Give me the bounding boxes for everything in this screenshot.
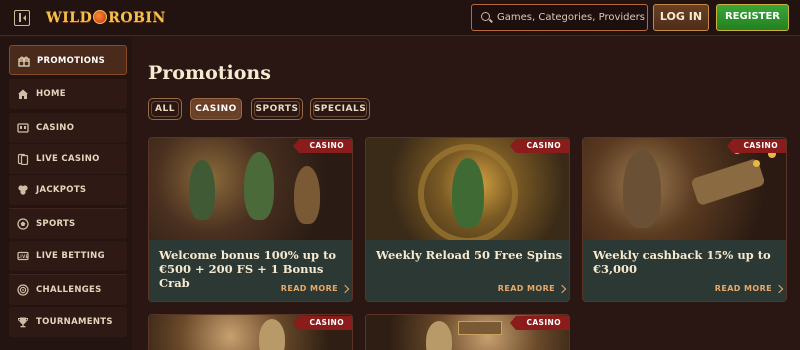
sidebar-item-live-betting[interactable]: LIVE LIVE BETTING <box>9 241 127 271</box>
sidebar-item-label: SPORTS <box>36 219 76 229</box>
sidebar-item-promotions[interactable]: PROMOTIONS <box>9 45 127 75</box>
gift-icon <box>18 55 30 67</box>
sidebar-toggle-icon[interactable] <box>14 10 30 26</box>
sidebar-item-casino[interactable]: CASINO <box>9 113 127 143</box>
promo-card-body: Weekly cashback 15% up to €3,000 READ MO… <box>583 240 786 301</box>
sidebar-item-label: JACKPOTS <box>36 185 87 195</box>
register-button[interactable]: REGISTER <box>716 4 789 31</box>
sidebar-item-home[interactable]: HOME <box>9 79 127 109</box>
sidebar-item-jackpots[interactable]: JACKPOTS <box>9 175 127 205</box>
promo-card-figure <box>452 158 484 228</box>
sidebar-item-sports[interactable]: SPORTS <box>9 209 127 239</box>
category-badge: CASINO <box>510 316 569 330</box>
target-icon <box>17 284 29 296</box>
sidebar-item-label: LIVE CASINO <box>36 154 100 164</box>
coins-icon <box>17 184 29 196</box>
promo-card-title: Weekly cashback 15% up to €3,000 <box>593 248 771 276</box>
filter-tab-label: ALL <box>155 104 175 114</box>
category-badge: CASINO <box>727 139 786 153</box>
promo-card-sign <box>458 321 502 335</box>
filter-tab-specials[interactable]: SPECIALS <box>310 98 370 120</box>
promo-card-image <box>583 138 786 240</box>
sidebar-item-tournaments[interactable]: TOURNAMENTS <box>9 307 127 337</box>
sidebar-item-live-casino[interactable]: LIVE CASINO <box>9 144 127 174</box>
promo-card-figure <box>259 319 285 350</box>
sidebar: PROMOTIONS HOME CASINO LIVE CASINO JACKP… <box>0 37 132 350</box>
page-title: Promotions <box>148 62 271 84</box>
logo-mark-icon <box>93 10 108 24</box>
promo-card-body: Welcome bonus 100% up to €500 + 200 FS +… <box>149 240 352 301</box>
promo-card[interactable]: CASINO <box>148 314 353 350</box>
slot-machine-icon <box>17 122 29 134</box>
promo-card-body: Weekly Reload 50 Free Spins READ MORE <box>366 240 569 301</box>
promo-card-welcome-bonus[interactable]: CASINO Welcome bonus 100% up to €500 + 2… <box>148 137 353 302</box>
chevron-right-icon <box>340 284 350 294</box>
promo-card-figure <box>623 150 661 228</box>
filter-tab-all[interactable]: ALL <box>148 98 182 120</box>
search-input[interactable]: Games, Categories, Providers <box>471 4 648 31</box>
sidebar-item-label: HOME <box>36 89 66 99</box>
logo-text-right: ROBIN <box>108 10 166 26</box>
promo-card-image <box>366 138 569 244</box>
top-header: WILD ROBIN Games, Categories, Providers L… <box>0 0 800 36</box>
home-icon <box>17 88 29 100</box>
promo-card-figure <box>244 152 274 220</box>
chevron-right-icon <box>774 284 784 294</box>
filter-tab-casino[interactable]: CASINO <box>190 98 242 120</box>
sidebar-item-label: CHALLENGES <box>36 285 102 295</box>
ball-icon <box>17 218 29 230</box>
promo-card-weekly-reload[interactable]: CASINO Weekly Reload 50 Free Spins READ … <box>365 137 570 302</box>
promo-card-weekly-cashback[interactable]: CASINO Weekly cashback 15% up to €3,000 … <box>582 137 787 302</box>
category-badge: CASINO <box>293 139 352 153</box>
filter-tab-sports[interactable]: SPORTS <box>251 98 303 120</box>
search-placeholder: Games, Categories, Providers <box>497 12 645 23</box>
promo-card-figure <box>426 321 452 350</box>
cards-icon <box>17 153 29 165</box>
live-icon: LIVE <box>17 250 29 262</box>
site-logo[interactable]: WILD ROBIN <box>46 6 166 30</box>
chevron-right-icon <box>557 284 567 294</box>
promo-card-figure <box>294 166 320 224</box>
category-badge: CASINO <box>293 316 352 330</box>
coin-icon <box>753 160 760 167</box>
sidebar-item-label: PROMOTIONS <box>37 56 106 66</box>
promo-card-image <box>149 138 352 240</box>
category-badge: CASINO <box>510 139 569 153</box>
login-button[interactable]: LOG IN <box>653 4 709 31</box>
logo-text-left: WILD <box>46 10 93 26</box>
sidebar-item-challenges[interactable]: CHALLENGES <box>9 275 127 305</box>
filter-tab-label: SPECIALS <box>313 104 367 114</box>
sidebar-item-label: TOURNAMENTS <box>36 317 113 327</box>
filter-tab-label: SPORTS <box>255 104 299 114</box>
read-more-link[interactable]: READ MORE <box>281 284 338 293</box>
promo-card[interactable]: CASINO <box>365 314 570 350</box>
trophy-icon <box>17 316 29 328</box>
read-more-link[interactable]: READ MORE <box>498 284 555 293</box>
sidebar-item-label: LIVE BETTING <box>36 251 105 261</box>
read-more-link[interactable]: READ MORE <box>715 284 772 293</box>
sidebar-item-label: CASINO <box>36 123 75 133</box>
search-icon <box>481 12 490 21</box>
promo-card-figure <box>189 160 215 220</box>
svg-text:LIVE: LIVE <box>17 254 28 259</box>
promo-card-title: Weekly Reload 50 Free Spins <box>376 248 563 262</box>
filter-tab-label: CASINO <box>195 104 237 114</box>
